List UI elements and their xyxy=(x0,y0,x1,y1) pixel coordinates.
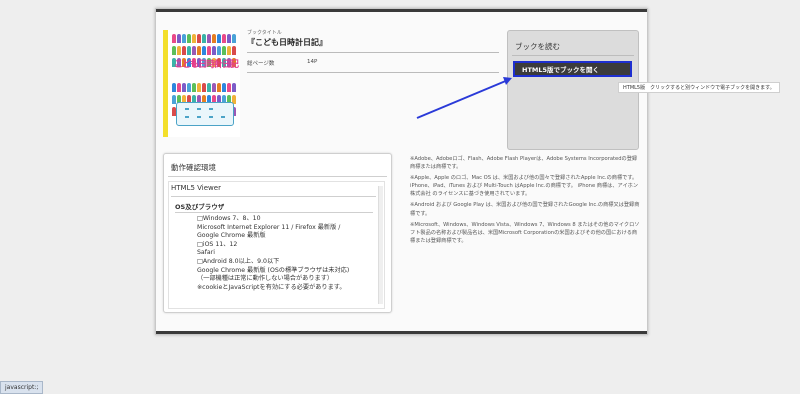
pencil-shape xyxy=(187,83,191,92)
environment-heading: 動作確認環境 xyxy=(171,163,216,172)
pencil-shape xyxy=(202,34,206,43)
os-line: □iOS 11、12 xyxy=(197,240,238,248)
pencil-shape xyxy=(182,46,186,55)
os-browser-heading: OS及びブラウザ xyxy=(175,203,225,211)
pencil-shape xyxy=(192,34,196,43)
browser-status-bar: javascript:; xyxy=(0,381,44,394)
trademark-note: ※Android および Google Play は、米国および他の国で登録され… xyxy=(410,202,640,217)
pencil-shape xyxy=(232,46,236,55)
pencil-row xyxy=(172,34,238,43)
cover-title-text: こども日時計日記 xyxy=(173,60,239,70)
pencil-shape xyxy=(217,46,221,55)
divider xyxy=(175,212,373,213)
pencil-shape xyxy=(177,34,181,43)
book-detail-page: こども日時計日記 ブックタイトル 『こども日時計日記』 総ページ数 14P ブッ… xyxy=(155,8,648,335)
pencil-shape xyxy=(197,46,201,55)
pencil-shape xyxy=(172,46,176,55)
page-count-label: 総ページ数 xyxy=(247,61,275,67)
book-cover-image[interactable]: こども日時計日記 xyxy=(163,30,240,137)
pencil-shape xyxy=(182,83,186,92)
pencil-shape xyxy=(222,34,226,43)
pencil-shape xyxy=(187,34,191,43)
pencil-shape xyxy=(222,83,226,92)
trademark-note: ※Apple、Apple のロゴ、Mac OS は、米国および他の国々で登録され… xyxy=(410,175,639,198)
os-line: Google Chrome 最新版 xyxy=(197,232,266,240)
page-count-row: 総ページ数 14P xyxy=(247,59,499,67)
pencil-shape xyxy=(217,83,221,92)
read-book-heading: ブックを読む xyxy=(515,42,560,51)
pencil-shape xyxy=(202,46,206,55)
pencil-shape xyxy=(187,46,191,55)
pencil-shape xyxy=(197,83,201,92)
page-bottom-border xyxy=(156,331,647,334)
os-line: □Windows 7、8、10 xyxy=(197,215,261,222)
pencil-shape xyxy=(177,46,181,55)
page-count-value: 14P xyxy=(307,59,318,65)
trademark-note: ※Microsoft、Windows、Windows Vista、Windows… xyxy=(410,221,640,244)
divider xyxy=(247,72,499,73)
environment-panel: 動作確認環境 HTML5 Viewer OS及びブラウザ □Windows 7、… xyxy=(163,153,392,313)
os-line: Microsoft Internet Explorer 11 / Firefox… xyxy=(197,223,341,231)
pencil-shape xyxy=(222,46,226,55)
viewer-requirements-box: HTML5 Viewer OS及びブラウザ □Windows 7、8、10 Mi… xyxy=(168,181,385,309)
book-info: ブックタイトル 『こども日時計日記』 総ページ数 14P xyxy=(247,29,499,73)
pencil-row xyxy=(172,46,238,55)
pencil-shape xyxy=(227,83,231,92)
os-browser-list: □Windows 7、8、10 Microsoft Internet Explo… xyxy=(197,215,373,292)
page-top-border xyxy=(156,9,647,12)
os-line: □Android 8.0以上、9.0以下 xyxy=(197,257,280,265)
pencil-shape xyxy=(212,46,216,55)
pencil-shape xyxy=(232,34,236,43)
pencil-shape xyxy=(227,46,231,55)
divider xyxy=(168,176,387,177)
open-html5-book-button[interactable]: HTML5版でブックを開く xyxy=(513,61,632,77)
divider xyxy=(171,196,376,197)
pencil-shape xyxy=(172,34,176,43)
os-line: ※cookieとJavaScriptを有効にする必要があります。 xyxy=(197,283,346,291)
pencil-shape xyxy=(207,83,211,92)
button-tooltip: HTML5版 クリックすると別ウィンドウで電子ブックを開きます。 xyxy=(618,82,780,93)
pencil-shape xyxy=(212,83,216,92)
pencil-shape xyxy=(207,46,211,55)
viewer-title: HTML5 Viewer xyxy=(171,184,221,192)
pencil-shape xyxy=(207,34,211,43)
divider xyxy=(512,55,634,56)
pencil-shape xyxy=(182,34,186,43)
pencil-shape xyxy=(232,83,236,92)
pencil-row xyxy=(172,83,238,92)
pencil-shape xyxy=(197,34,201,43)
book-title: 『こども日時計日記』 xyxy=(247,38,327,47)
book-title-label: ブックタイトル xyxy=(247,30,282,36)
pencil-shape xyxy=(192,46,196,55)
pencil-shape xyxy=(177,83,181,92)
pencil-shape xyxy=(227,34,231,43)
pencil-shape xyxy=(172,83,176,92)
pencil-shape xyxy=(202,83,206,92)
pencil-shape xyxy=(212,34,216,43)
pencil-shape xyxy=(217,34,221,43)
os-line: Google Chrome 最新版 (OSの標準ブラウザは未対応) xyxy=(197,266,350,274)
os-line: （一部機種は正常に動作しない場合があります） xyxy=(197,275,334,283)
os-line: Safari xyxy=(197,249,215,257)
scrollbar[interactable] xyxy=(378,186,383,304)
trademark-notes: ※Adobe、Adobeロゴ、Flash、Adobe Flash Playerは… xyxy=(410,155,642,248)
pencil-shape xyxy=(192,83,196,92)
trademark-note: ※Adobe、Adobeロゴ、Flash、Adobe Flash Playerは… xyxy=(410,156,638,171)
divider xyxy=(247,52,499,53)
cover-sundial-illustration xyxy=(176,102,234,126)
